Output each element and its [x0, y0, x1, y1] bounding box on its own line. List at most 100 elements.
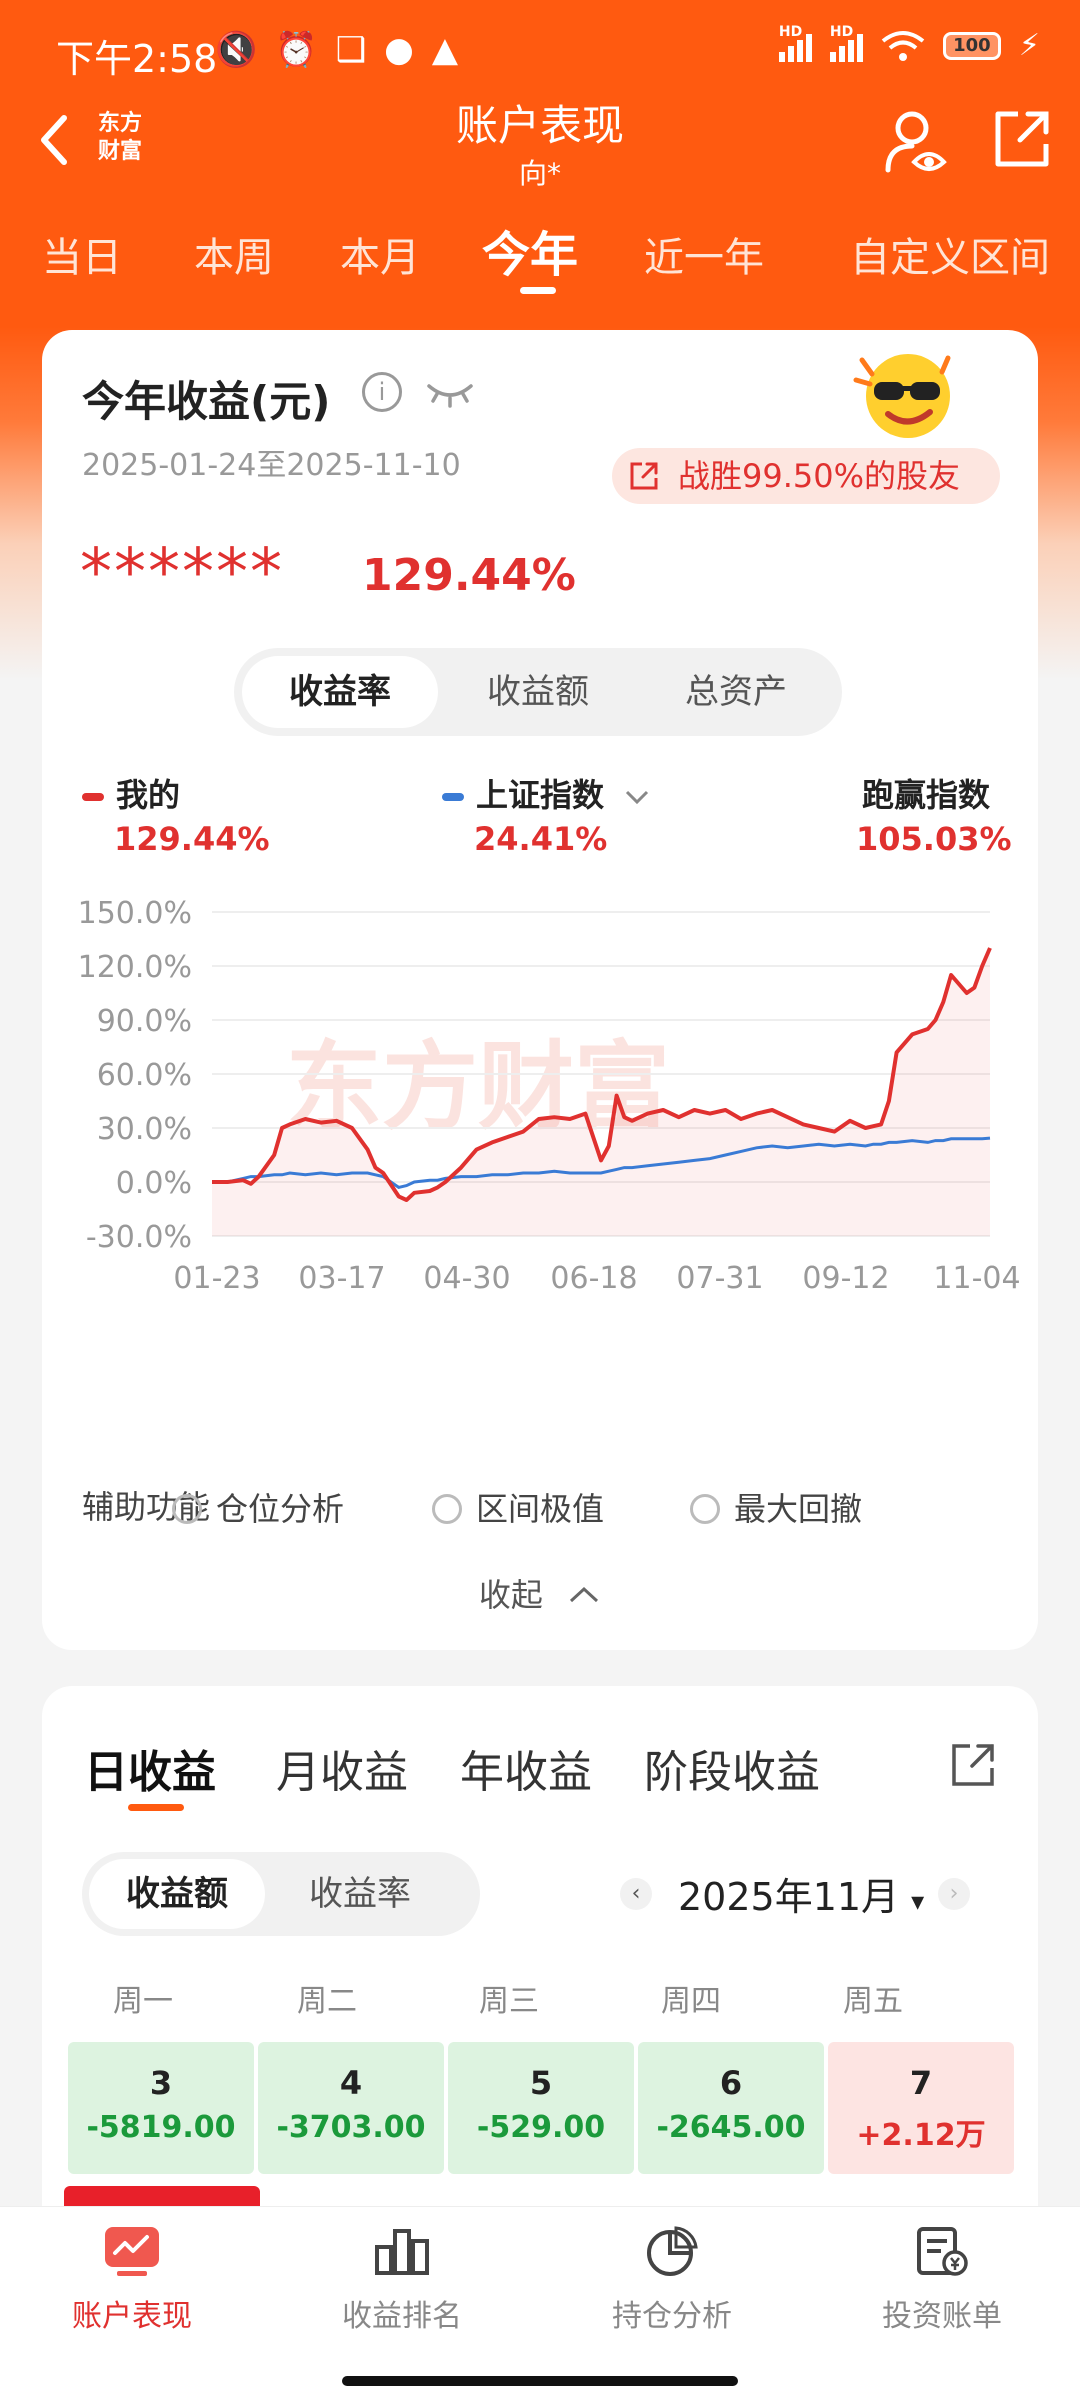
- nav-label: 收益排名: [342, 2299, 462, 2334]
- share-small-icon: [630, 462, 658, 490]
- radio-circle: [690, 1494, 720, 1524]
- day-number: 5: [529, 2064, 553, 2102]
- summary-card: 今年收益(元) i 2025-01-24至2025-11-10 战胜99.50%…: [42, 330, 1038, 1650]
- nav-account-performance[interactable]: 账户表现: [32, 2225, 232, 2335]
- day-number: 7: [909, 2064, 933, 2102]
- metric-rate[interactable]: 收益率: [272, 1859, 448, 1929]
- option-position-analysis[interactable]: 仓位分析: [172, 1484, 344, 1530]
- nav-holdings-analysis[interactable]: 持仓分析: [572, 2225, 772, 2335]
- beat-peers-badge[interactable]: 战胜99.50%的股友: [612, 448, 1000, 504]
- y-tick-label: 150.0%: [78, 896, 192, 931]
- y-tick-label: -30.0%: [86, 1220, 192, 1255]
- legend-mine: 我的: [82, 770, 180, 816]
- return-percentage: 129.44%: [362, 550, 576, 601]
- wifi-icon: [881, 30, 925, 61]
- tab-month[interactable]: 本月: [340, 225, 420, 283]
- x-tick-label: 04-30: [423, 1261, 510, 1296]
- bar-icon: [375, 2229, 429, 2275]
- day-value: -529.00: [476, 2110, 606, 2145]
- legend-index-selector[interactable]: 上证指数: [442, 770, 651, 816]
- metric-tab-total-assets[interactable]: 总资产: [638, 656, 834, 728]
- month-selector[interactable]: 2025年11月 ▾: [678, 1866, 924, 1921]
- tab-stage-earnings[interactable]: 阶段收益: [644, 1736, 820, 1800]
- y-tick-label: 90.0%: [97, 1004, 192, 1039]
- month-label: 2025年11月: [678, 1875, 900, 1919]
- next-month-button[interactable]: ›: [938, 1878, 970, 1910]
- status-time: 下午2:58: [56, 37, 218, 81]
- home-indicator: [342, 2376, 738, 2386]
- charging-icon: ⚡: [1018, 28, 1040, 63]
- status-bar: 下午2:58 🔇 ⏰ ❑ ● ▲ HD HD 100 ⚡: [0, 0, 1080, 100]
- nav-earnings-ranking[interactable]: 收益排名: [302, 2225, 502, 2335]
- chevron-up-icon: [570, 1586, 599, 1603]
- beat-peers-text: 战胜99.50%的股友: [678, 457, 961, 495]
- x-tick-label: 06-18: [550, 1261, 637, 1296]
- metric-tab-rate[interactable]: 收益率: [242, 656, 438, 728]
- x-tick-label: 11-04: [933, 1261, 1020, 1296]
- tab-yearly-earnings[interactable]: 年收益: [460, 1736, 592, 1800]
- earnings-tab-indicator: [128, 1804, 184, 1811]
- return-chart[interactable]: 东方财富 150.0%120.0%90.0%60.0%30.0%0.0%-30.…: [42, 870, 1038, 1430]
- calendar-day[interactable]: 4 -3703.00: [258, 2042, 444, 2174]
- hide-amount-icon[interactable]: [425, 374, 475, 410]
- message-icon: ▲: [431, 30, 458, 70]
- date-range: 2025-01-24至2025-11-10: [82, 448, 461, 483]
- earnings-metric-toggle: 收益额 收益率: [82, 1852, 480, 1936]
- tab-custom-range[interactable]: 自定义区间: [850, 225, 1050, 283]
- status-notification-icons: 🔇 ⏰ ❑ ● ▲: [215, 30, 458, 70]
- x-tick-label: 01-23: [173, 1261, 260, 1296]
- y-tick-label: 120.0%: [78, 950, 192, 985]
- legend-dot-mine: [82, 793, 104, 801]
- signal-icon-2: HD: [829, 24, 863, 62]
- option-label: 最大回撤: [734, 1490, 863, 1528]
- info-icon[interactable]: i: [362, 372, 402, 412]
- tab-one-year[interactable]: 近一年: [644, 225, 764, 283]
- account-visibility-icon[interactable]: [884, 108, 948, 178]
- tab-monthly-earnings[interactable]: 月收益: [276, 1736, 408, 1800]
- collapse-button[interactable]: 收起: [42, 1570, 1038, 1616]
- share-icon[interactable]: [950, 1742, 996, 1788]
- collapse-label: 收起: [478, 1576, 543, 1614]
- calendar-day[interactable]: 7 +2.12万: [828, 2042, 1014, 2174]
- legend-index-label: 上证指数: [476, 776, 605, 814]
- wechat-icon: ●: [384, 30, 414, 70]
- day-number: 6: [719, 2064, 743, 2102]
- nav-label: 账户表现: [72, 2299, 192, 2334]
- y-tick-label: 30.0%: [97, 1112, 192, 1147]
- option-range-extremes[interactable]: 区间极值: [432, 1484, 604, 1530]
- mascot-emoji-icon: [853, 354, 951, 438]
- legend-mine-value: 129.44%: [114, 820, 270, 858]
- day-value: -5819.00: [86, 2110, 236, 2145]
- x-tick-label: 07-31: [676, 1261, 763, 1296]
- x-tick-label: 09-12: [802, 1261, 889, 1296]
- tab-daily-earnings[interactable]: 日收益: [84, 1736, 216, 1800]
- calendar-day[interactable]: 5 -529.00: [448, 2042, 634, 2174]
- nav-label: 持仓分析: [612, 2299, 732, 2334]
- share-icon[interactable]: [990, 108, 1052, 170]
- legend-outperform-value: 105.03%: [856, 820, 1012, 858]
- legend-index-value: 24.41%: [474, 820, 608, 858]
- calendar-day[interactable]: 3 -5819.00: [68, 2042, 254, 2174]
- calendar-day[interactable]: 6 -2645.00: [638, 2042, 824, 2174]
- tab-today[interactable]: 当日: [42, 225, 122, 283]
- option-label: 仓位分析: [216, 1490, 345, 1528]
- nav-label: 投资账单: [882, 2299, 1002, 2334]
- tab-year[interactable]: 今年: [482, 215, 578, 285]
- prev-month-button[interactable]: ‹: [620, 1878, 652, 1910]
- option-max-drawdown[interactable]: 最大回撤: [690, 1484, 862, 1530]
- tab-week[interactable]: 本周: [194, 225, 274, 283]
- day-number: 3: [149, 2064, 173, 2102]
- day-value: -3703.00: [276, 2110, 426, 2145]
- metric-tab-amount[interactable]: 收益额: [440, 656, 636, 728]
- chart-icon: [105, 2227, 159, 2276]
- radio-circle: [172, 1494, 202, 1524]
- summary-title: 今年收益(元): [82, 377, 331, 426]
- nfc-icon: ❑: [335, 30, 367, 70]
- tab-indicator: [520, 287, 556, 294]
- option-label: 区间极值: [476, 1490, 605, 1528]
- metric-amount[interactable]: 收益额: [89, 1859, 265, 1929]
- legend-outperform: 跑赢指数: [862, 776, 991, 814]
- weekday-label: 周五: [843, 1984, 903, 2019]
- nav-investment-bill[interactable]: 投资账单: [842, 2225, 1042, 2335]
- day-number: 4: [339, 2064, 363, 2102]
